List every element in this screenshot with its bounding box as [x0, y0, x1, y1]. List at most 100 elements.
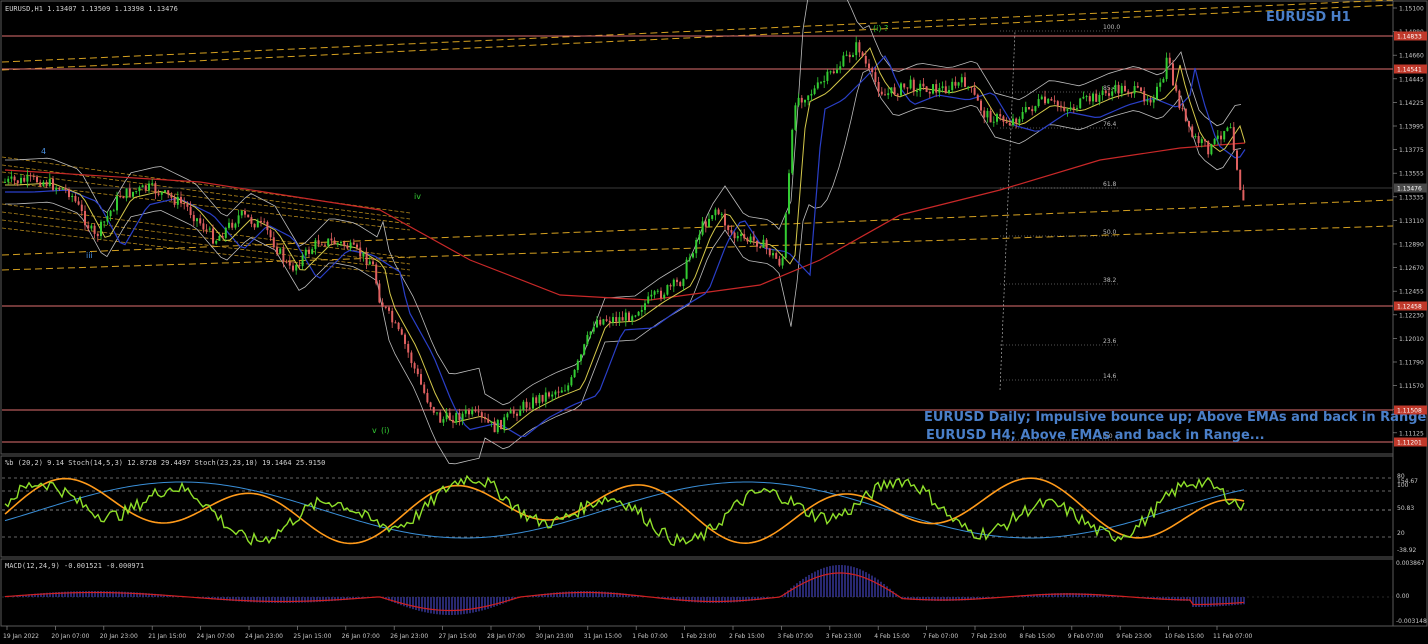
candle-body	[733, 232, 736, 239]
candle-body	[228, 222, 230, 228]
candle-body	[928, 91, 931, 94]
price-tick-label: 1.14445	[1399, 76, 1424, 83]
candle-body	[1072, 107, 1075, 109]
candle-body	[608, 320, 611, 323]
candle-body	[77, 201, 80, 205]
candle-body	[445, 412, 448, 420]
candle-body	[141, 185, 144, 188]
candle-body	[55, 187, 58, 190]
price-tick-label: 1.13335	[1399, 194, 1424, 201]
chart-title: EURUSD H1	[1266, 10, 1351, 25]
candle-body	[13, 176, 16, 181]
candle-body	[842, 55, 845, 67]
candle-body	[1232, 127, 1235, 151]
candle-body	[468, 410, 470, 415]
price-tick-label: 1.11790	[1399, 360, 1424, 367]
candle-body	[506, 413, 509, 418]
candle-body	[631, 316, 634, 321]
candle-body	[432, 407, 435, 413]
candle-body	[816, 82, 819, 89]
time-axis[interactable]: 19 Jan 2022 20 Jan 07:00 20 Jan 23:00 21 Ja…	[3, 626, 1253, 640]
price-level-label: 1.11508	[1397, 408, 1422, 415]
candle-body	[23, 177, 26, 182]
candle-body	[397, 322, 400, 330]
candle-body	[464, 410, 467, 414]
candle-body	[580, 354, 582, 361]
candle-body	[317, 240, 320, 245]
candle-body	[404, 334, 406, 344]
candle-body	[820, 82, 822, 84]
candle-body	[4, 181, 6, 183]
candle-body	[1066, 109, 1069, 111]
candle-body	[964, 77, 966, 87]
candle-body	[247, 214, 250, 218]
candle-body	[132, 191, 134, 197]
candle-body	[205, 229, 208, 231]
fib-label-4: 50.0	[1103, 229, 1117, 236]
candle-body	[560, 390, 563, 393]
candle-body	[208, 228, 211, 230]
candle-body	[148, 183, 150, 191]
candle-body	[909, 79, 912, 89]
candle-body	[496, 419, 499, 433]
candle-body	[250, 217, 253, 224]
candle-body	[1124, 85, 1126, 92]
annotation-daily: EURUSD Daily; Impulsive bounce up; Above…	[924, 410, 1426, 425]
candle-body	[717, 209, 720, 215]
price-level-label: 1.14833	[1397, 34, 1422, 41]
candle-body	[29, 175, 32, 177]
fib-label-7: 14.6	[1103, 373, 1117, 380]
candle-body	[1092, 93, 1094, 102]
candle-body	[234, 223, 237, 228]
stoch-axis-label: 80	[1397, 473, 1405, 480]
candle-body	[1216, 135, 1219, 139]
candle-body	[276, 247, 278, 254]
candle-body	[391, 310, 394, 323]
candle-body	[576, 360, 579, 370]
candle-body	[592, 327, 595, 332]
candle-body	[599, 319, 602, 325]
candle-body	[1159, 82, 1162, 87]
candle-body	[260, 220, 262, 222]
time-tick-label: 25 Jan 15:00	[293, 633, 331, 640]
macd-pane[interactable]	[0, 558, 1394, 627]
candle-body	[663, 294, 666, 299]
candle-body	[525, 401, 528, 408]
candle-body	[1108, 93, 1110, 96]
time-tick-label: 20 Jan 07:00	[51, 633, 89, 640]
candle-body	[976, 94, 979, 101]
candle-body	[919, 83, 922, 92]
candle-body	[116, 196, 118, 211]
candle-body	[224, 227, 227, 238]
candle-body	[890, 87, 893, 94]
candle-body	[810, 93, 813, 96]
candle-body	[669, 285, 672, 287]
candle-body	[461, 413, 464, 421]
candle-body	[509, 410, 512, 414]
candle-body	[861, 52, 864, 57]
price-tick-label: 1.12010	[1399, 336, 1424, 343]
wave-label-i: (i)	[381, 426, 389, 435]
candle-body	[340, 241, 342, 244]
stoch-header: %b (20,2) 9.14 Stoch(14,5,3) 12.8728 29.…	[5, 459, 325, 467]
candle-body	[266, 221, 269, 231]
candle-body	[480, 412, 483, 418]
time-tick-label: 1 Feb 23:00	[681, 633, 717, 640]
candle-body	[564, 390, 566, 392]
candle-body	[436, 412, 438, 414]
chart-window[interactable]: 100.085.476.461.850.038.223.614.60.0 EUR…	[0, 0, 1428, 644]
candle-body	[551, 394, 554, 397]
candle-body	[167, 190, 170, 195]
candle-body	[864, 56, 867, 64]
candle-body	[1120, 85, 1123, 94]
stoch-axis-label: -38.92	[1397, 547, 1417, 554]
candle-body	[701, 221, 704, 235]
candle-body	[980, 100, 982, 111]
candle-body	[756, 240, 758, 247]
time-tick-label: 20 Jan 23:00	[100, 633, 138, 640]
candle-body	[743, 234, 746, 239]
candle-body	[71, 195, 74, 198]
candle-body	[1085, 96, 1088, 98]
candle-body	[925, 86, 928, 92]
candle-body	[173, 197, 176, 205]
